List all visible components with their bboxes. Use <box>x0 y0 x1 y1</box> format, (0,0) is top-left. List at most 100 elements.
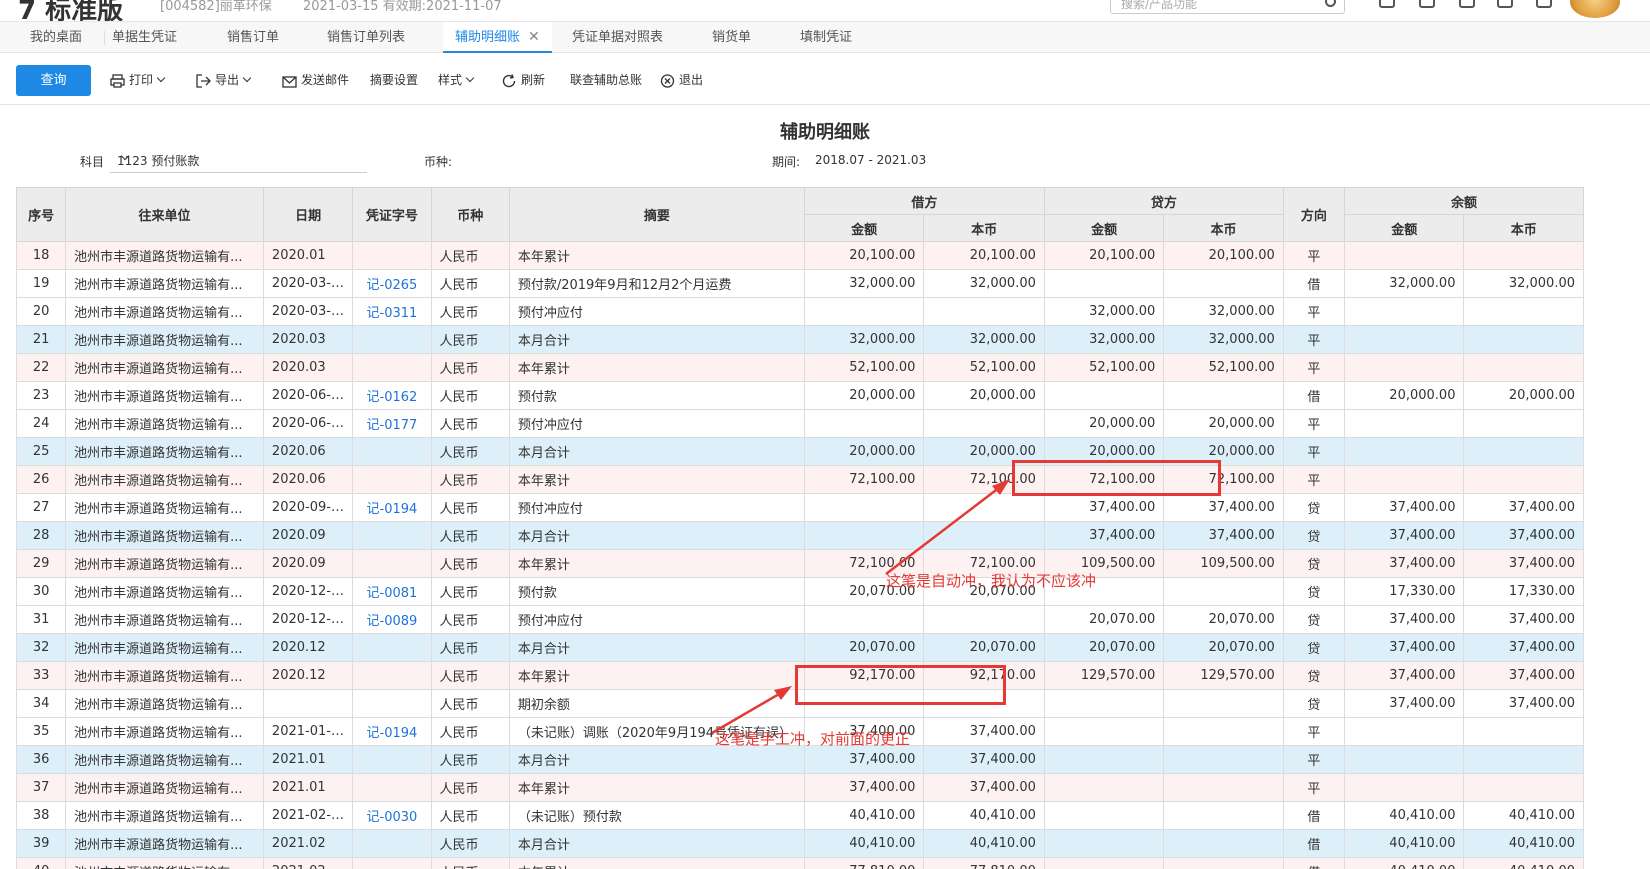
cell-currency: 人民币 <box>430 549 510 578</box>
home-icon[interactable] <box>1379 0 1395 8</box>
table-row[interactable]: 37 池州市丰源道路货物运输有... 2021.01 人民币 本年累计 37,400.00… <box>16 773 1584 802</box>
cell-summary: 本年累计 <box>508 241 805 270</box>
cell-balance-amount: 40,410.00 <box>1344 801 1465 830</box>
table-row[interactable]: 20 池州市丰源道路货物运输有... 2020-03-20 记-0311 人民币 预付冲应… <box>16 297 1584 326</box>
tab-sales-order[interactable]: 销售订单 <box>215 22 291 53</box>
cell-debit-amount: 52,100.00 <box>803 353 925 382</box>
tab-sales-delivery[interactable]: 销货单 <box>700 22 763 53</box>
table-row[interactable]: 21 池州市丰源道路货物运输有... 2020.03 人民币 本月合计 32,000.00… <box>16 325 1584 354</box>
printer-icon <box>110 73 125 88</box>
cell-credit-amount: 20,100.00 <box>1043 241 1165 270</box>
cell-voucher[interactable]: 记-0089 <box>352 605 432 634</box>
cell-debit-local: 77,810.00 <box>923 857 1045 869</box>
subject-select[interactable]: 1123 预付账款 <box>110 145 367 173</box>
print-button[interactable]: 打印 <box>110 70 166 90</box>
tab-aux-detail-ledger[interactable]: 辅助明细账 ✕ <box>443 22 552 53</box>
cell-seq: 35 <box>16 717 67 746</box>
cell-party: 池州市丰源道路货物运输有... <box>65 605 264 634</box>
table-row[interactable]: 27 池州市丰源道路货物运输有... 2020-09-30 记-0194 人民币 预付冲应… <box>16 493 1584 522</box>
query-button[interactable]: 查询 <box>16 65 91 96</box>
cell-voucher[interactable]: 记-0311 <box>352 297 432 326</box>
table-row[interactable]: 26 池州市丰源道路货物运输有... 2020.06 人民币 本年累计 72,100.00… <box>16 465 1584 494</box>
table-row[interactable]: 39 池州市丰源道路货物运输有... 2021.02 人民币 本月合计 40,410.00… <box>16 829 1584 858</box>
cell-voucher[interactable]: 记-0177 <box>352 409 432 438</box>
summary-settings-button[interactable]: 摘要设置 <box>370 70 418 90</box>
cell-voucher[interactable]: 记-0081 <box>352 577 432 606</box>
cell-voucher[interactable]: 记-0265 <box>352 269 432 298</box>
cell-voucher <box>352 661 432 690</box>
send-email-button[interactable]: 发送邮件 <box>282 70 349 90</box>
tab-sales-order-list[interactable]: 销售订单列表 <box>315 22 417 53</box>
cell-balance-local <box>1463 717 1584 746</box>
close-icon[interactable]: ✕ <box>528 29 540 45</box>
cell-party: 池州市丰源道路货物运输有... <box>65 325 264 354</box>
tab-desktop[interactable]: 我的桌面 <box>18 22 94 53</box>
table-row[interactable]: 29 池州市丰源道路货物运输有... 2020.09 人民币 本年累计 72,100.00… <box>16 549 1584 578</box>
col-debit-amount: 金额 <box>803 214 925 242</box>
cell-party: 池州市丰源道路货物运输有... <box>65 773 264 802</box>
cell-date: 2021.01 <box>262 773 354 802</box>
cell-voucher[interactable]: 记-0162 <box>352 381 432 410</box>
cell-direction: 平 <box>1282 745 1346 774</box>
search-icon[interactable] <box>1325 0 1336 7</box>
cell-credit-amount <box>1043 857 1165 869</box>
table-row[interactable]: 18 池州市丰源道路货物运输有... 2020.01 人民币 本年累计 20,100.00… <box>16 241 1584 270</box>
cell-balance-amount: 37,400.00 <box>1344 605 1465 634</box>
tab-fill-voucher[interactable]: 填制凭证 <box>788 22 864 53</box>
table-row[interactable]: 25 池州市丰源道路货物运输有... 2020.06 人民币 本月合计 20,000.00… <box>16 437 1584 466</box>
cell-voucher[interactable]: 记-0194 <box>352 493 432 522</box>
refresh-button[interactable]: 刷新 <box>502 70 545 90</box>
table-row[interactable]: 30 池州市丰源道路货物运输有... 2020-12-16 记-0081 人民币 预付款 2… <box>16 577 1584 606</box>
tab-voucher-doc-compare[interactable]: 凭证单据对照表 <box>560 22 675 53</box>
tasks-icon[interactable] <box>1419 0 1435 8</box>
table-row[interactable]: 32 池州市丰源道路货物运输有... 2020.12 人民币 本月合计 20,070.00… <box>16 633 1584 662</box>
avatar[interactable] <box>1570 0 1620 18</box>
cell-party: 池州市丰源道路货物运输有... <box>65 577 264 606</box>
cell-credit-amount: 20,000.00 <box>1043 409 1165 438</box>
cell-currency: 人民币 <box>430 437 510 466</box>
cell-currency: 人民币 <box>430 801 510 830</box>
cell-seq: 25 <box>16 437 67 466</box>
cell-balance-local: 37,400.00 <box>1463 549 1584 578</box>
cell-currency: 人民币 <box>430 297 510 326</box>
export-button[interactable]: 导出 <box>196 70 252 90</box>
cell-seq: 23 <box>16 381 67 410</box>
cell-direction: 贷 <box>1282 605 1346 634</box>
cell-balance-local <box>1463 241 1584 270</box>
cell-balance-local: 17,330.00 <box>1463 577 1584 606</box>
cell-seq: 26 <box>16 465 67 494</box>
global-search-input[interactable]: 搜索/产品功能 <box>1110 0 1345 14</box>
phone-icon[interactable] <box>1536 0 1552 8</box>
cell-credit-local <box>1163 745 1284 774</box>
cell-debit-amount: 40,410.00 <box>803 829 925 858</box>
cell-debit-amount <box>803 493 925 522</box>
cell-credit-amount <box>1043 801 1165 830</box>
exit-button[interactable]: 退出 <box>660 70 703 90</box>
tab-voucher-from-docs[interactable]: 单据生凭证 <box>100 22 189 53</box>
table-row[interactable]: 31 池州市丰源道路货物运输有... 2020-12-17 记-0089 人民币 预付冲应… <box>16 605 1584 634</box>
cell-voucher[interactable]: 记-0030 <box>352 801 432 830</box>
table-row[interactable]: 38 池州市丰源道路货物运输有... 2021-02-22 记-0030 人民币 （未记账… <box>16 801 1584 830</box>
cell-balance-local: 37,400.00 <box>1463 521 1584 550</box>
cell-voucher <box>352 353 432 382</box>
refresh-icon <box>502 73 516 87</box>
style-button[interactable]: 样式 <box>438 70 475 90</box>
linked-aux-ledger-button[interactable]: 联查辅助总账 <box>570 70 642 90</box>
cell-date: 2021-01-01 <box>262 717 354 746</box>
table-row[interactable]: 19 池州市丰源道路货物运输有... 2020-03-19 记-0265 人民币 预付款/… <box>16 269 1584 298</box>
message-icon[interactable] <box>1459 0 1475 8</box>
cell-credit-local <box>1163 577 1284 606</box>
table-row[interactable]: 22 池州市丰源道路货物运输有... 2020.03 人民币 本年累计 52,100.00… <box>16 353 1584 382</box>
table-row[interactable]: 24 池州市丰源道路货物运输有... 2020-06-30 记-0177 人民币 预付冲应… <box>16 409 1584 438</box>
cell-voucher[interactable]: 记-0194 <box>352 717 432 746</box>
bell-icon[interactable] <box>1497 0 1513 8</box>
ledger-table-container[interactable]: 序号 往来单位 日期 凭证字号 币种 摘要 借方 贷方 方向 余额 金额 本币 … <box>16 187 1586 869</box>
cell-date: 2020.06 <box>262 437 354 466</box>
col-debit-local: 本币 <box>923 214 1045 242</box>
cell-summary: 本年累计 <box>508 549 805 578</box>
table-row[interactable]: 28 池州市丰源道路货物运输有... 2020.09 人民币 本月合计 37,400.00… <box>16 521 1584 550</box>
table-row[interactable]: 40池州市丰源道路货物运输有...2021.02人民币本年累计77,810.00… <box>16 857 1584 869</box>
table-row[interactable]: 36 池州市丰源道路货物运输有... 2021.01 人民币 本月合计 37,400.00… <box>16 745 1584 774</box>
table-row[interactable]: 23 池州市丰源道路货物运输有... 2020-06-30 记-0162 人民币 预付款 2… <box>16 381 1584 410</box>
cell-summary: 预付款 <box>508 381 805 410</box>
